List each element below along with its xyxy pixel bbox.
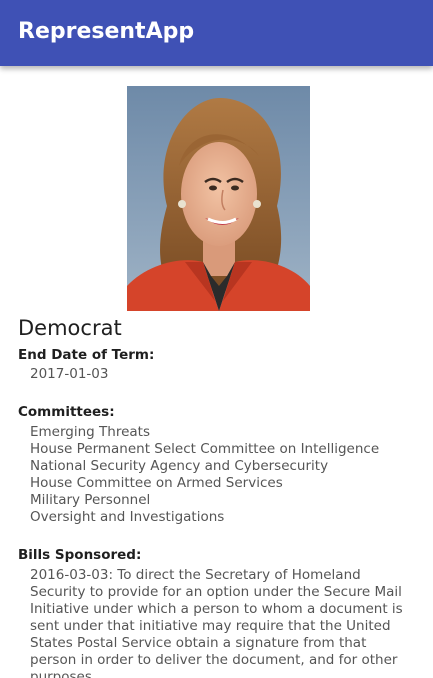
party-affiliation: Democrat [18,316,122,340]
list-item: National Security Agency and Cybersecuri… [30,458,329,474]
term-end-date: 2017-01-03 [30,366,109,382]
app-title: RepresentApp [18,19,195,44]
list-item: 2016-03-03: To direct the Secretary of H… [30,567,403,678]
list-item: Military Personnel [30,492,151,508]
app-bar: RepresentApp [0,0,433,66]
portrait-image [127,86,310,311]
term-end-label: End Date of Term: [18,347,155,363]
representative-detail[interactable]: Democrat End Date of Term: 2017-01-03 Co… [0,66,433,678]
bills-list: 2016-03-03: To direct the Secretary of H… [30,567,415,678]
list-item: Oversight and Investigations [30,509,225,525]
bills-label: Bills Sponsored: [18,547,142,563]
committees-list: Emerging Threats House Permanent Select … [30,424,379,526]
representative-photo [127,86,310,311]
list-item: House Committee on Armed Services [30,475,283,491]
list-item: House Permanent Select Committee on Inte… [30,441,380,457]
list-item: Emerging Threats [30,424,150,440]
committees-label: Committees: [18,404,115,420]
